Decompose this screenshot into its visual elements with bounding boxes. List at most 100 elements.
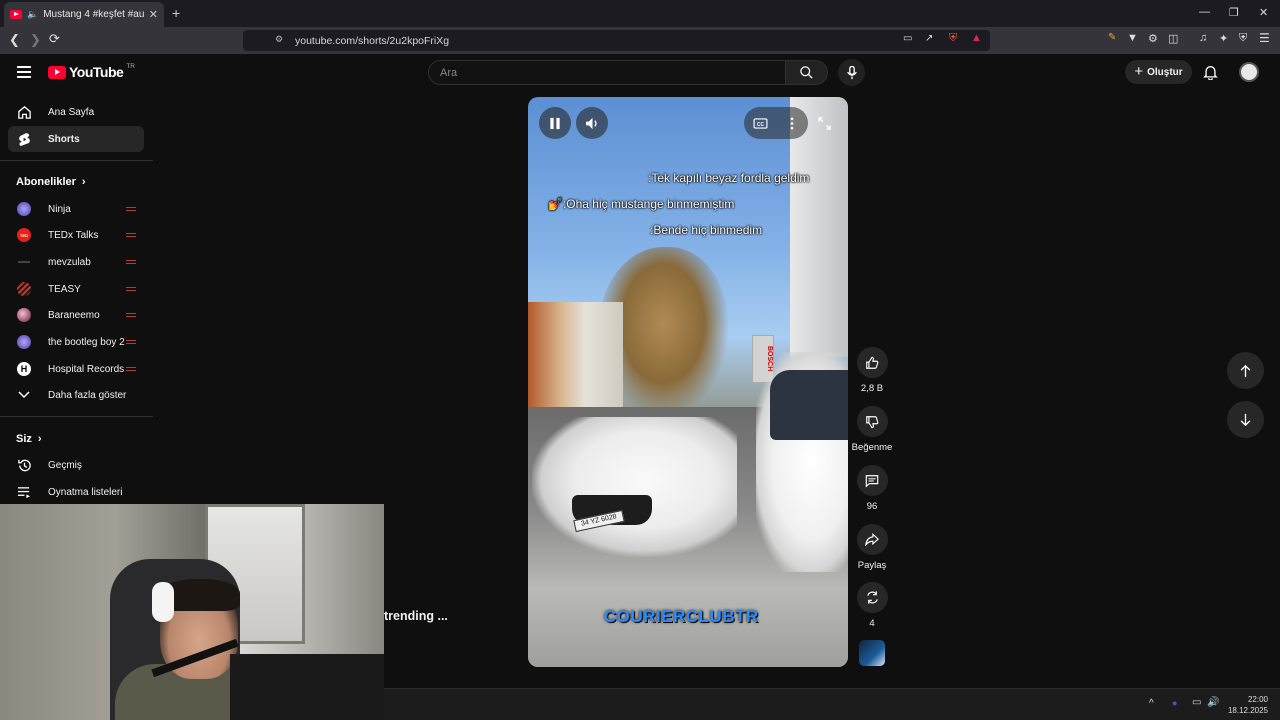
- arrow-up-icon: [1240, 364, 1251, 377]
- share-action[interactable]: Paylaş: [853, 524, 891, 571]
- close-window-button[interactable]: ✕: [1259, 6, 1268, 19]
- comments-button[interactable]: [856, 465, 888, 496]
- search-placeholder: Ara: [440, 67, 458, 79]
- extension-v-icon[interactable]: ▼: [1127, 32, 1138, 44]
- sidebar-item-subscription[interactable]: Baraneemo: [8, 302, 144, 328]
- live-indicator-icon: [126, 340, 136, 344]
- channel-avatar: [17, 282, 31, 296]
- captions-icon: CC: [752, 117, 768, 129]
- plus-icon: +: [1134, 63, 1144, 80]
- system-clock[interactable]: 22:00 18.12.2025: [1228, 694, 1268, 716]
- remix-count: 4: [869, 618, 875, 629]
- channel-name: Ninja: [48, 203, 71, 215]
- create-button[interactable]: + Oluştur: [1125, 60, 1192, 84]
- address-bar[interactable]: ⚙ youtube.com/shorts/2u2kpoFriXg ▭ ↗ ⛨ ▲: [243, 30, 990, 51]
- pause-button[interactable]: [539, 107, 571, 139]
- reload-icon[interactable]: ⟳: [49, 31, 60, 47]
- sidebar-item-subscription[interactable]: mevzulab: [8, 249, 144, 275]
- fullscreen-button[interactable]: [808, 107, 840, 139]
- channel-name: TEASY: [48, 283, 81, 295]
- comment-count: 96: [866, 501, 878, 512]
- share-icon[interactable]: ↗: [925, 33, 933, 44]
- sidebar-item-subscription[interactable]: TEASY: [8, 276, 144, 302]
- menu-icon[interactable]: ☰: [1259, 31, 1270, 45]
- video-caption: 💅:Oha hiç mustange binmemiştim: [548, 197, 735, 211]
- sidebar-item-label: Oynatma listeleri: [48, 486, 123, 498]
- cast-icon[interactable]: ▭: [903, 33, 912, 44]
- shorts-video-player[interactable]: BOSCH 34 YZ 6028 :Tek kapılı beyaz fordl…: [528, 97, 848, 667]
- close-tab-icon[interactable]: ✕: [149, 8, 158, 21]
- show-more-button[interactable]: Daha fazla göster: [8, 382, 144, 408]
- site-info-icon[interactable]: ⚙: [275, 34, 283, 45]
- video-white-van: [756, 352, 848, 572]
- brave-shield-icon[interactable]: ⛨: [949, 32, 957, 45]
- sidebar-item-subscription[interactable]: TED TEDx Talks: [8, 222, 144, 248]
- live-indicator-icon: [126, 367, 136, 371]
- forward-icon[interactable]: ❯: [30, 32, 41, 48]
- dislike-button[interactable]: [856, 406, 888, 437]
- vpn-shield-icon[interactable]: ⛨: [1239, 32, 1247, 45]
- notifications-bell-icon[interactable]: [1203, 64, 1218, 80]
- sidebar-item-playlists[interactable]: Oynatma listeleri: [8, 479, 144, 505]
- tray-chevron-up-icon[interactable]: ^: [1149, 698, 1154, 709]
- sidebar-item-subscription[interactable]: Ninja: [8, 196, 144, 222]
- account-avatar[interactable]: [1239, 62, 1259, 82]
- restore-button[interactable]: ❐: [1229, 6, 1239, 19]
- youtube-favicon-icon: [10, 10, 22, 19]
- video-caption: :Tek kapılı beyaz fordla geldim: [648, 171, 810, 185]
- youtube-logo[interactable]: YouTube TR: [48, 63, 135, 80]
- live-indicator-icon: [126, 313, 136, 317]
- thumbs-up-icon: [866, 356, 879, 369]
- more-options-button[interactable]: [776, 107, 808, 139]
- dislike-action[interactable]: Beğenme: [851, 406, 893, 453]
- tray-app-icon[interactable]: ●: [1172, 698, 1177, 708]
- live-indicator-icon: [126, 287, 136, 291]
- youtube-play-icon: [48, 65, 66, 79]
- subscriptions-header[interactable]: Abonelikler ›: [16, 176, 86, 188]
- sidebar-item-home[interactable]: Ana Sayfa: [8, 99, 144, 125]
- minimize-button[interactable]: —: [1199, 6, 1210, 18]
- volume-button[interactable]: [576, 107, 608, 139]
- comments-action[interactable]: 96: [853, 465, 891, 512]
- share-button[interactable]: [856, 524, 888, 555]
- search-input[interactable]: Ara: [428, 60, 786, 85]
- trending-text: trending ...: [384, 609, 448, 623]
- browser-tab[interactable]: 🔈 Mustang 4 #keşfet #automo ✕: [4, 2, 164, 27]
- search-button[interactable]: [786, 60, 828, 85]
- music-icon[interactable]: ♫: [1199, 32, 1207, 44]
- new-tab-button[interactable]: +: [172, 5, 180, 21]
- sidebar-item-shorts[interactable]: Shorts: [8, 126, 144, 152]
- sidebar-divider: [0, 416, 153, 417]
- remix-action[interactable]: 4: [853, 582, 891, 629]
- like-button[interactable]: [856, 347, 888, 378]
- history-icon: [16, 457, 32, 473]
- like-action[interactable]: 2,8 B: [853, 347, 891, 394]
- volume-tray-icon[interactable]: 🔊: [1207, 697, 1219, 708]
- sidebar-item-subscription[interactable]: H Hospital Records: [8, 356, 144, 382]
- network-icon[interactable]: ▭: [1192, 697, 1201, 708]
- clock-time: 22:00: [1247, 695, 1268, 704]
- pencil-icon[interactable]: ✎: [1108, 32, 1116, 43]
- next-short-button[interactable]: [1227, 401, 1264, 438]
- voice-search-button[interactable]: [838, 59, 865, 86]
- extensions-icon[interactable]: ⚙: [1148, 32, 1158, 45]
- previous-short-button[interactable]: [1227, 352, 1264, 389]
- captions-button[interactable]: CC: [744, 107, 776, 139]
- search-icon: [800, 66, 813, 79]
- dislike-label: Beğenme: [851, 442, 893, 453]
- brave-rewards-icon[interactable]: ▲: [971, 32, 982, 44]
- leo-ai-icon[interactable]: ✦: [1219, 32, 1228, 45]
- you-title: Siz: [16, 433, 32, 445]
- sidebar-item-history[interactable]: Geçmiş: [8, 452, 144, 478]
- sound-thumbnail[interactable]: [859, 640, 885, 666]
- speaker-icon: 🔈: [27, 9, 39, 19]
- remix-button[interactable]: [856, 582, 888, 613]
- brand-overlay: COURIERCLUBTR: [604, 607, 759, 626]
- you-header[interactable]: Siz ›: [16, 433, 42, 445]
- back-icon[interactable]: ❮: [9, 32, 20, 48]
- sidebar-item-subscription[interactable]: the bootleg boy 2: [8, 329, 144, 355]
- guide-menu-icon[interactable]: [17, 66, 31, 78]
- live-indicator-icon: [126, 233, 136, 237]
- browser-nav-bar: ❮ ❯ ⟳ ☐ ⚙ youtube.com/shorts/2u2kpoFriXg…: [0, 27, 1280, 54]
- sidebar-icon[interactable]: ◫: [1168, 32, 1178, 45]
